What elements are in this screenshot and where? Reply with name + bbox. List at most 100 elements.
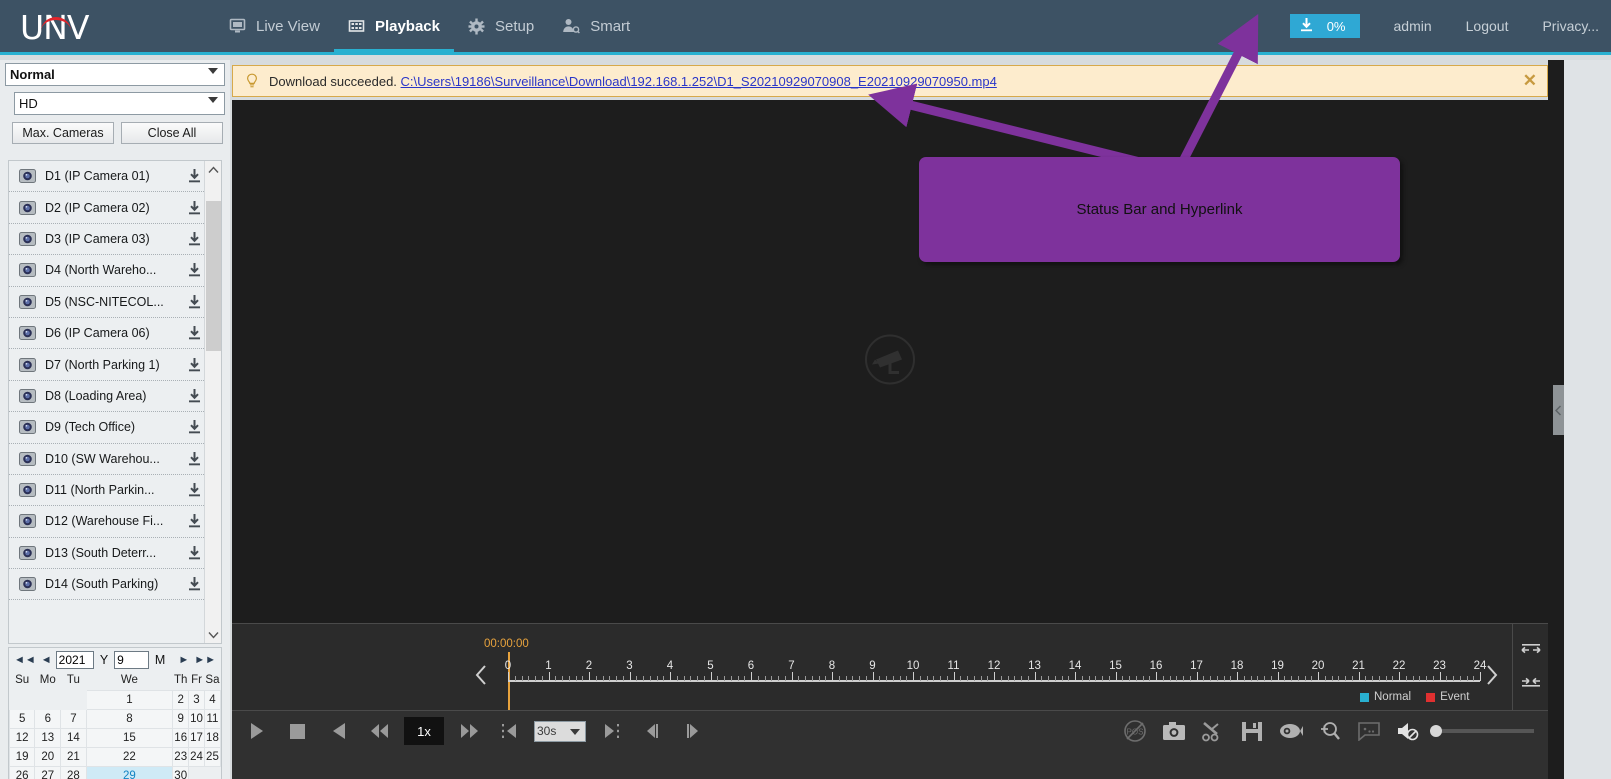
nav-item-smart[interactable]: Smart bbox=[548, 0, 644, 52]
frame-back-button[interactable] bbox=[635, 713, 668, 749]
calendar-day-cell[interactable]: 11 bbox=[204, 709, 220, 728]
timeline[interactable]: 00:00:00 0123456789101112131415161718192… bbox=[232, 623, 1548, 710]
calendar-day-cell[interactable]: 16 bbox=[173, 728, 189, 747]
camera-list-item[interactable]: D4 (North Wareho... bbox=[9, 255, 206, 286]
calendar-day-cell[interactable]: 17 bbox=[189, 728, 205, 747]
mute-button[interactable] bbox=[1391, 713, 1424, 749]
calendar-day-cell[interactable]: 27 bbox=[35, 766, 61, 779]
scroll-down-icon[interactable] bbox=[205, 626, 222, 643]
camera-download-icon[interactable] bbox=[186, 295, 202, 309]
camera-list-item[interactable]: D2 (IP Camera 02) bbox=[9, 192, 206, 223]
calendar-day-cell[interactable]: 9 bbox=[173, 709, 189, 728]
camera-download-icon[interactable] bbox=[186, 389, 202, 403]
calendar-day-cell[interactable]: 26 bbox=[10, 766, 35, 779]
stream-select[interactable]: HD bbox=[14, 92, 225, 115]
volume-slider-knob[interactable] bbox=[1430, 725, 1442, 737]
camera-download-icon[interactable] bbox=[186, 483, 202, 497]
calendar-day-cell[interactable]: 30 bbox=[173, 766, 189, 779]
calendar-day-cell[interactable]: 24 bbox=[189, 747, 205, 766]
camera-list-item[interactable]: D5 (NSC-NITECOL... bbox=[9, 287, 206, 318]
timeline-ruler[interactable]: 0123456789101112131415161718192021222324 bbox=[508, 660, 1480, 688]
calendar-day-cell[interactable]: 18 bbox=[204, 728, 220, 747]
calendar-day-cell[interactable]: 1 bbox=[86, 690, 173, 709]
calendar-day-cell[interactable]: 22 bbox=[86, 747, 173, 766]
camera-list-item[interactable]: D1 (IP Camera 01) bbox=[9, 161, 206, 192]
calendar-day-cell[interactable]: 13 bbox=[35, 728, 61, 747]
camera-list-item[interactable]: D7 (North Parking 1) bbox=[9, 349, 206, 380]
calendar-day-cell[interactable]: 8 bbox=[86, 709, 173, 728]
play-button[interactable] bbox=[240, 713, 273, 749]
scrollbar-thumb[interactable] bbox=[206, 201, 221, 351]
camera-list-scrollbar[interactable] bbox=[204, 161, 221, 643]
calendar-next-month-icon[interactable]: ► bbox=[177, 654, 190, 666]
camera-download-icon[interactable] bbox=[186, 201, 202, 215]
calendar-day-cell[interactable]: 5 bbox=[10, 709, 35, 728]
snapshot-button[interactable] bbox=[1157, 713, 1190, 749]
calendar-month-select[interactable]: 9 bbox=[114, 651, 149, 669]
prev-segment-button[interactable] bbox=[493, 713, 526, 749]
calendar-year-select[interactable]: 2021 bbox=[56, 651, 94, 669]
camera-list-item[interactable]: D11 (North Parkin... bbox=[9, 475, 206, 506]
user-name-label[interactable]: admin bbox=[1394, 18, 1432, 34]
save-button[interactable] bbox=[1235, 713, 1268, 749]
calendar-prev-year-icon[interactable]: ◄◄ bbox=[13, 654, 37, 666]
pos-toggle-button[interactable]: POS bbox=[1118, 713, 1151, 749]
reverse-button[interactable] bbox=[322, 713, 355, 749]
calendar-day-cell[interactable]: 12 bbox=[10, 728, 35, 747]
clip-button[interactable] bbox=[1196, 713, 1229, 749]
download-progress-badge[interactable]: 0% bbox=[1290, 14, 1360, 38]
calendar-prev-month-icon[interactable]: ◄ bbox=[40, 654, 53, 666]
nav-item-setup[interactable]: Setup bbox=[454, 0, 548, 52]
calendar-day-cell[interactable]: 2 bbox=[173, 690, 189, 709]
panel-collapse-handle[interactable] bbox=[1553, 385, 1564, 435]
camera-download-icon[interactable] bbox=[186, 577, 202, 591]
calendar-day-cell[interactable]: 3 bbox=[189, 690, 205, 709]
calendar-day-cell[interactable]: 14 bbox=[61, 728, 86, 747]
camera-list-item[interactable]: D3 (IP Camera 03) bbox=[9, 224, 206, 255]
download-path-link[interactable]: C:\Users\19186\Surveillance\Download\192… bbox=[401, 74, 997, 89]
fast-button[interactable] bbox=[452, 713, 485, 749]
logout-link[interactable]: Logout bbox=[1466, 18, 1509, 34]
expand-timeline-icon[interactable] bbox=[1520, 643, 1542, 662]
camera-download-icon[interactable] bbox=[186, 546, 202, 560]
calendar-day-cell[interactable]: 21 bbox=[61, 747, 86, 766]
timeline-prev-button[interactable] bbox=[474, 664, 488, 691]
calendar-day-cell[interactable]: 25 bbox=[204, 747, 220, 766]
step-interval-select[interactable]: 30s bbox=[534, 721, 586, 742]
camera-download-icon[interactable] bbox=[186, 326, 202, 340]
calendar-day-cell[interactable]: 6 bbox=[35, 709, 61, 728]
scroll-up-icon[interactable] bbox=[205, 161, 221, 178]
camera-download-icon[interactable] bbox=[186, 263, 202, 277]
slow-button[interactable] bbox=[363, 713, 396, 749]
close-icon[interactable]: ✕ bbox=[1523, 72, 1537, 90]
calendar-day-cell[interactable]: 15 bbox=[86, 728, 173, 747]
digital-zoom-button[interactable] bbox=[1313, 713, 1346, 749]
calendar-day-cell[interactable]: 20 bbox=[35, 747, 61, 766]
camera-download-icon[interactable] bbox=[186, 232, 202, 246]
collapse-timeline-icon[interactable] bbox=[1520, 674, 1542, 693]
camera-download-icon[interactable] bbox=[186, 169, 202, 183]
volume-slider[interactable] bbox=[1434, 729, 1534, 733]
camera-list-item[interactable]: D14 (South Parking) bbox=[9, 569, 206, 600]
fisheye-button[interactable] bbox=[1274, 713, 1307, 749]
calendar-day-cell[interactable]: 10 bbox=[189, 709, 205, 728]
nav-item-live-view[interactable]: Live View bbox=[215, 0, 334, 52]
calendar-day-cell[interactable]: 29 bbox=[86, 766, 173, 779]
calendar-day-cell[interactable]: 19 bbox=[10, 747, 35, 766]
camera-list-item[interactable]: D6 (IP Camera 06) bbox=[9, 318, 206, 349]
camera-download-icon[interactable] bbox=[186, 420, 202, 434]
calendar-day-cell[interactable]: 23 bbox=[173, 747, 189, 766]
calendar-day-cell[interactable]: 7 bbox=[61, 709, 86, 728]
calendar-next-year-icon[interactable]: ►► bbox=[193, 654, 217, 666]
frame-forward-button[interactable] bbox=[676, 713, 709, 749]
calendar-day-cell[interactable]: 4 bbox=[204, 690, 220, 709]
camera-download-icon[interactable] bbox=[186, 514, 202, 528]
camera-download-icon[interactable] bbox=[186, 452, 202, 466]
next-segment-button[interactable] bbox=[594, 713, 627, 749]
speed-button[interactable]: 1x bbox=[404, 717, 444, 745]
camera-list-item[interactable]: D10 (SW Warehou... bbox=[9, 444, 206, 475]
nav-item-playback[interactable]: Playback bbox=[334, 0, 454, 52]
camera-list-item[interactable]: D12 (Warehouse Fi... bbox=[9, 506, 206, 537]
camera-list-item[interactable]: D13 (South Deterr... bbox=[9, 538, 206, 569]
tag-button[interactable] bbox=[1352, 713, 1385, 749]
